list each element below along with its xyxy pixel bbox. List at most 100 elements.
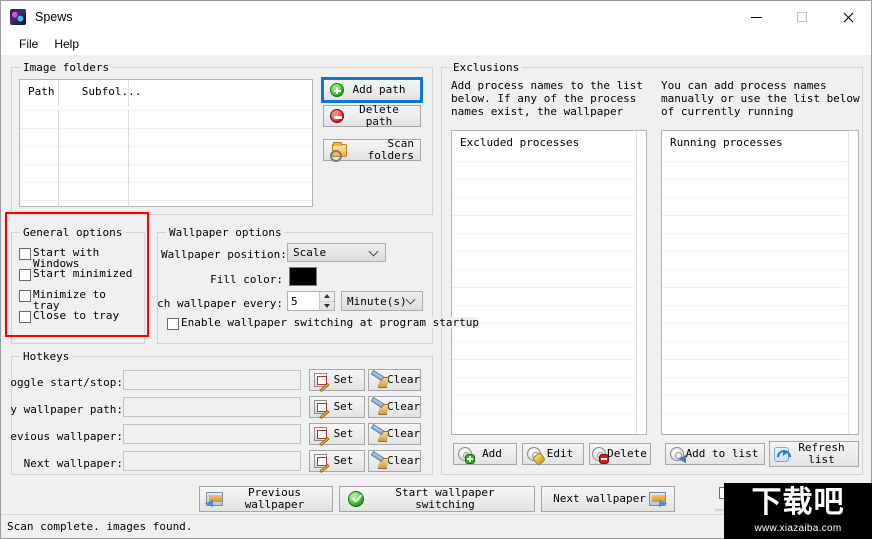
- hotkey-clear-button-copy-path[interactable]: Clear: [368, 396, 421, 418]
- column-header-subfolders: Subfol...: [81, 85, 142, 98]
- switch-interval-unit-select[interactable]: Minute(s): [341, 291, 423, 311]
- hotkey-set-button-next[interactable]: Set: [309, 450, 365, 474]
- hotkey-label-copy-path: y wallpaper path:: [10, 403, 123, 416]
- hotkey-input-copy-path[interactable]: [123, 397, 301, 417]
- running-processes-scrollbar[interactable]: [848, 131, 858, 434]
- list-item[interactable]: [662, 413, 847, 431]
- hotkey-input-previous[interactable]: [123, 424, 301, 444]
- hotkey-clear-button-previous[interactable]: Clear: [368, 423, 421, 445]
- list-item[interactable]: [452, 215, 635, 233]
- list-item[interactable]: [662, 287, 847, 305]
- main-content: Image folders Path Subfol... Add path De…: [1, 55, 871, 514]
- delete-path-button[interactable]: Delete path: [323, 104, 421, 127]
- checkbox-enable-switching-at-startup[interactable]: Enable wallpaper switching at program st…: [167, 317, 497, 330]
- checkbox-box[interactable]: [167, 318, 179, 330]
- table-row[interactable]: [20, 182, 312, 200]
- checkbox-minimize-to-tray[interactable]: Minimize to tray: [19, 289, 137, 311]
- list-item[interactable]: [662, 233, 847, 251]
- checkbox-close-to-tray[interactable]: Close to tray: [19, 310, 137, 323]
- scan-folders-button[interactable]: Scan folders: [323, 138, 421, 162]
- maximize-button[interactable]: [779, 1, 825, 33]
- table-row[interactable]: [20, 200, 312, 206]
- list-item[interactable]: [662, 377, 847, 395]
- list-item[interactable]: [662, 179, 847, 197]
- table-row[interactable]: [20, 146, 312, 164]
- list-item[interactable]: [662, 341, 847, 359]
- list-item[interactable]: [452, 413, 635, 431]
- hotkey-clear-button-toggle[interactable]: Clear: [368, 369, 421, 391]
- menu-item-file[interactable]: File: [11, 35, 46, 53]
- hotkey-input-next[interactable]: [123, 451, 301, 471]
- next-wallpaper-button[interactable]: Next wallpaper: [541, 486, 675, 512]
- table-row[interactable]: [20, 110, 312, 128]
- checkbox-label: Minimize to tray: [33, 288, 106, 312]
- exclusions-edit-button[interactable]: Edit: [522, 443, 584, 465]
- checkbox-box[interactable]: [19, 248, 31, 260]
- stepper-up-icon[interactable]: [320, 292, 334, 302]
- list-item[interactable]: [452, 197, 635, 215]
- column-divider-2: [128, 80, 129, 107]
- menu-item-help[interactable]: Help: [46, 35, 87, 53]
- list-item[interactable]: [452, 359, 635, 377]
- start-wallpaper-switching-button[interactable]: Start wallpaper switching: [339, 486, 535, 512]
- monitor-prev-icon: [206, 492, 223, 506]
- add-path-button[interactable]: Add path: [321, 77, 423, 103]
- add-to-list-label: Add to list: [685, 447, 759, 461]
- checkbox-start-minimized[interactable]: Start minimized: [19, 268, 137, 281]
- list-item[interactable]: [662, 359, 847, 377]
- title-bar: Spews: [1, 1, 871, 33]
- checkbox-box[interactable]: [19, 311, 31, 323]
- switch-interval-value[interactable]: 5: [288, 292, 319, 310]
- add-to-list-button[interactable]: Add to list: [665, 443, 765, 465]
- image-folders-table[interactable]: Path Subfol...: [19, 79, 313, 207]
- hotkey-input-toggle[interactable]: [123, 370, 301, 390]
- list-item[interactable]: [662, 323, 847, 341]
- switch-interval-stepper[interactable]: 5: [287, 291, 335, 311]
- fill-color-label: Fill color:: [210, 273, 283, 286]
- hotkey-clear-button-next[interactable]: Clear: [368, 450, 421, 472]
- list-item[interactable]: [452, 395, 635, 413]
- excluded-processes-scrollbar[interactable]: [636, 131, 646, 434]
- stepper-buttons[interactable]: [319, 292, 334, 310]
- fill-color-swatch[interactable]: [289, 267, 317, 286]
- list-item[interactable]: [452, 251, 635, 269]
- exclusions-left-description: Add process names to the list below. If …: [451, 79, 644, 119]
- list-item[interactable]: [662, 305, 847, 323]
- list-item[interactable]: [452, 287, 635, 305]
- table-row[interactable]: [20, 128, 312, 146]
- list-item[interactable]: [452, 161, 635, 179]
- list-item[interactable]: [662, 269, 847, 287]
- list-item[interactable]: [662, 161, 847, 179]
- list-item[interactable]: [452, 341, 635, 359]
- stepper-down-icon[interactable]: [320, 302, 334, 311]
- list-item[interactable]: [662, 251, 847, 269]
- minimize-button[interactable]: [733, 1, 779, 33]
- close-button[interactable]: [825, 1, 871, 33]
- list-item[interactable]: [452, 377, 635, 395]
- excluded-processes-list[interactable]: Excluded processes: [451, 130, 647, 435]
- previous-wallpaper-button[interactable]: Previous wallpaper: [199, 486, 333, 512]
- list-item[interactable]: [662, 197, 847, 215]
- list-item[interactable]: [452, 233, 635, 251]
- running-processes-list[interactable]: Running processes: [661, 130, 859, 435]
- checkbox-start-with-windows[interactable]: Start with Windows: [19, 247, 137, 269]
- list-item[interactable]: [662, 395, 847, 413]
- hotkey-set-button-previous[interactable]: Set: [309, 423, 365, 447]
- table-row[interactable]: [20, 164, 312, 182]
- hotkey-set-button-copy-path[interactable]: Set: [309, 396, 365, 420]
- checkbox-box[interactable]: [19, 269, 31, 281]
- hotkey-set-button-toggle[interactable]: Set: [309, 369, 365, 393]
- hotkey-label-next: Next wallpaper:: [23, 457, 123, 470]
- refresh-list-button[interactable]: Refresh list: [769, 441, 859, 467]
- row-divider-2: [128, 110, 129, 206]
- wallpaper-position-select[interactable]: Scale: [287, 243, 386, 262]
- wallpaper-options-legend: Wallpaper options: [166, 226, 285, 239]
- refresh-icon: [774, 446, 789, 462]
- exclusions-delete-button[interactable]: Delete: [589, 443, 651, 465]
- hotkeys-legend: Hotkeys: [20, 350, 73, 363]
- exclusions-add-button[interactable]: Add: [453, 443, 517, 465]
- list-item[interactable]: [452, 179, 635, 197]
- list-item[interactable]: [662, 215, 847, 233]
- list-item[interactable]: [452, 269, 635, 287]
- checkbox-box[interactable]: [19, 290, 31, 302]
